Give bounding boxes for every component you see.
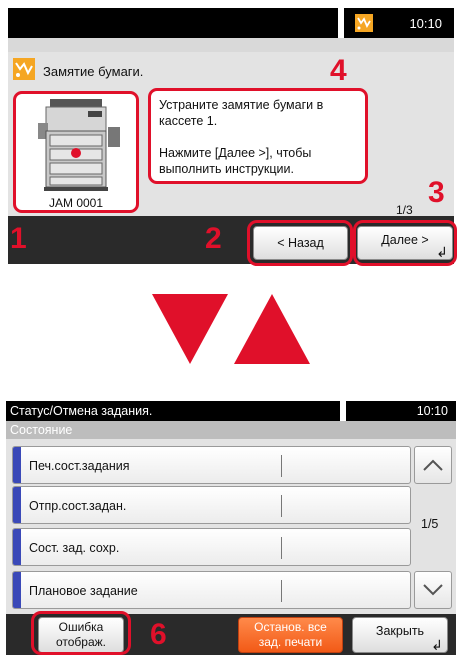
- callout-4: 4: [330, 54, 347, 87]
- chevron-up-icon: [423, 459, 443, 471]
- stop-all-print-jobs-button[interactable]: Останов. все зад. печати: [238, 617, 343, 653]
- jam-screen-title-bar: 10:10: [8, 8, 454, 38]
- list-item-store-job-status[interactable]: Сост. зад. сохр.: [12, 528, 411, 566]
- stop-all-label-line2: зад. печати: [258, 635, 323, 649]
- next-button-highlight: [353, 220, 457, 266]
- list-item-label: Плановое задание: [29, 584, 138, 598]
- jam-instruction-line2: Нажмите [Далее >], чтобы выполнить инстр…: [159, 146, 312, 176]
- error-display-highlight: [31, 611, 131, 655]
- list-item-accent: [13, 487, 21, 523]
- list-item-print-job-status[interactable]: Печ.сост.задания: [12, 446, 411, 484]
- triangle-down-icon: [152, 294, 228, 364]
- list-item-scheduled-job[interactable]: Плановое задание: [12, 571, 411, 609]
- jam-screen-header-gap: [8, 38, 454, 52]
- scroll-down-button[interactable]: [414, 571, 452, 609]
- list-item-accent: [13, 572, 21, 608]
- status-screen-title: Статус/Отмена задания.: [10, 404, 153, 418]
- jam-instructions: Устраните замятие бумаги в кассете 1. На…: [148, 88, 368, 184]
- printer-illustration: [38, 99, 120, 191]
- chevron-down-icon: [423, 584, 443, 596]
- stop-all-label-line1: Останов. все: [254, 620, 327, 634]
- list-item-label: Отпр.сост.задан.: [29, 499, 127, 513]
- scroll-up-button[interactable]: [414, 446, 452, 484]
- list-item-divider: [281, 455, 282, 477]
- title-bar-divider: [340, 401, 346, 421]
- callout-2: 2: [205, 222, 222, 255]
- list-item-label: Печ.сост.задания: [29, 459, 130, 473]
- clock: 10:10: [409, 16, 442, 31]
- triangle-up-icon: [234, 294, 310, 364]
- title-bar-divider: [338, 8, 344, 38]
- clock: 10:10: [416, 404, 448, 418]
- enter-icon: ↲: [431, 637, 443, 653]
- list-item-divider: [281, 495, 282, 517]
- list-page-indicator: 1/5: [421, 517, 439, 531]
- list-item-label: Сост. зад. сохр.: [29, 541, 120, 555]
- list-item-send-job-status[interactable]: Отпр.сост.задан.: [12, 486, 411, 524]
- paper-jam-alert-icon: [355, 14, 373, 32]
- callout-6: 6: [150, 618, 167, 651]
- jam-title: Замятие бумаги.: [43, 64, 144, 79]
- jam-code: JAM 0001: [48, 196, 104, 210]
- list-item-accent: [13, 529, 21, 565]
- paper-jam-icon: [13, 58, 35, 80]
- close-button[interactable]: Закрыть ↲: [352, 617, 448, 653]
- list-item-divider: [281, 537, 282, 559]
- tab-status[interactable]: Состояние: [6, 421, 456, 439]
- callout-3: 3: [428, 176, 445, 209]
- back-button-highlight: [247, 220, 353, 266]
- page-indicator: 1/3: [396, 203, 413, 217]
- close-button-label: Закрыть: [375, 624, 425, 638]
- status-screen-title-bar: Статус/Отмена задания. 10:10: [6, 401, 456, 421]
- callout-1: 1: [10, 222, 27, 255]
- list-item-divider: [281, 580, 282, 602]
- jam-instruction-line1: Устраните замятие бумаги в кассете 1.: [159, 98, 324, 128]
- list-item-accent: [13, 447, 21, 483]
